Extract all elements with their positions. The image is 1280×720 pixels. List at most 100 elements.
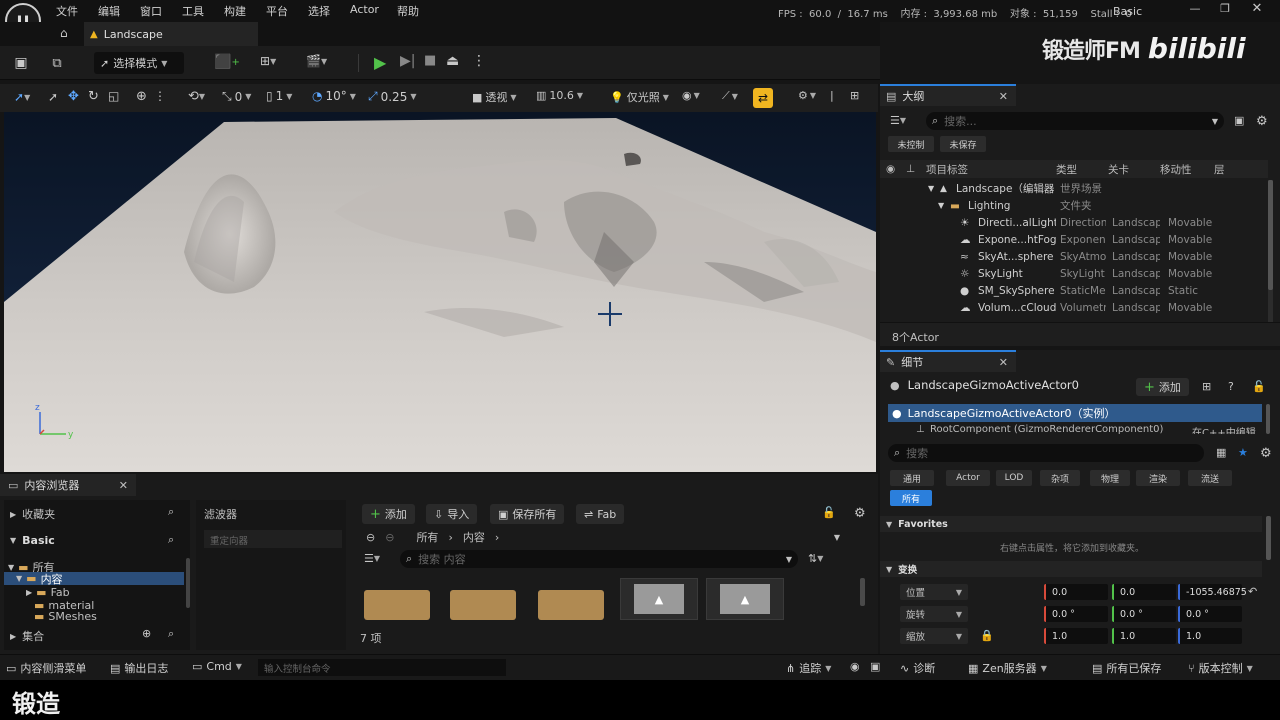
cmd-dropdown[interactable]: ▭ Cmd ▼ — [192, 660, 242, 673]
maximize-icon[interactable]: ❐ — [1215, 2, 1235, 15]
filter-chip[interactable]: 渲染 — [1136, 470, 1180, 486]
scale-y-input[interactable]: 1.0 — [1112, 628, 1176, 644]
settings-gear-icon[interactable]: ⚙ — [854, 506, 866, 521]
layout-name[interactable]: Basic — [1113, 5, 1142, 18]
save-icon[interactable]: ▣ — [12, 54, 30, 72]
more-icon[interactable]: ⋮ — [154, 89, 166, 103]
lock-icon[interactable]: 🔓 — [1252, 380, 1266, 393]
scale-step-toggle[interactable]: ⤢ 0.25 ▼ — [368, 89, 416, 104]
edit-cpp-link[interactable]: 在C++中编辑 — [1192, 424, 1256, 434]
filter-icon[interactable]: ☰ ▼ — [890, 114, 906, 127]
location-x-input[interactable]: 0.0 — [1044, 584, 1108, 600]
trace-dropdown[interactable]: ⋔ 追踪 ▼ — [786, 660, 831, 676]
select-tool-icon[interactable]: ➚ ▼ — [14, 90, 30, 104]
sort-icon[interactable]: ⇅ ▼ — [808, 552, 823, 565]
scale-icon[interactable]: ◱ — [108, 89, 119, 103]
filter-chip[interactable]: Actor — [946, 470, 990, 486]
grid-snap-toggle[interactable]: ⤡ 0 ▼ — [222, 89, 251, 104]
world-icon[interactable]: ⊕ — [136, 89, 147, 104]
menu-help[interactable]: 帮助 — [397, 3, 419, 19]
details-search-input[interactable]: ⌕ 搜索 — [888, 444, 1204, 462]
level-viewport[interactable]: z y — [4, 112, 876, 472]
breadcrumb-all[interactable]: 所有 — [416, 529, 438, 545]
realtime-toggle-icon[interactable]: ⇄ — [753, 88, 773, 108]
collections-header[interactable]: ▶ 集合 — [10, 628, 44, 644]
table-view-icon[interactable]: ▦ — [1216, 446, 1226, 459]
col-mobility[interactable]: 移动性 — [1160, 162, 1192, 177]
cinematics-icon[interactable]: 🎬 ▼ — [306, 54, 327, 68]
add-actor-icon[interactable]: ⬛ + — [214, 54, 240, 70]
more-options-icon[interactable]: ⋮ — [472, 53, 486, 69]
scale-snap-toggle[interactable]: ▯ 1 ▼ — [266, 89, 292, 103]
source-control-icon[interactable]: ⧉ — [48, 54, 66, 72]
tree-scrollbar[interactable] — [186, 558, 190, 608]
help-icon[interactable]: ? — [1228, 380, 1234, 393]
asset-scrollbar[interactable] — [860, 578, 865, 606]
basic-header[interactable]: ▼ Basic — [10, 534, 55, 547]
tree-row-actor[interactable]: ≈ SkyAt...sphere SkyAtmos Landscap Movab… — [880, 248, 1268, 265]
import-button[interactable]: ⇩ 导入 — [426, 504, 478, 524]
content-search-input[interactable]: ⌕ 搜索 内容 ▼ — [400, 550, 798, 568]
menu-edit[interactable]: 编辑 — [98, 3, 120, 19]
show-flags-dropdown[interactable]: ◉ ▼ — [682, 89, 700, 102]
add-component-button[interactable]: + 添加 — [1136, 378, 1189, 396]
tree-smeshes[interactable]: ▬ SMeshes — [34, 612, 97, 620]
lock-icon[interactable]: 🔒 — [980, 629, 994, 642]
location-z-input[interactable]: -1055.46875 — [1178, 584, 1247, 600]
step-icon[interactable]: ▶| — [400, 53, 415, 69]
col-type[interactable]: 类型 — [1056, 162, 1077, 177]
lock-icon[interactable]: 🔓 — [822, 506, 836, 519]
rotation-dropdown[interactable]: 旋转 ▼ — [900, 606, 968, 622]
menu-platform[interactable]: 平台 — [266, 3, 288, 19]
pin-icon[interactable]: ⊥ — [906, 163, 915, 175]
redirector-filter[interactable]: 重定向器 — [204, 530, 342, 548]
chevron-down-icon[interactable]: ▼ — [834, 533, 840, 542]
menu-build[interactable]: 构建 — [224, 3, 246, 19]
details-scrollbar[interactable] — [1266, 516, 1271, 560]
filter-icon[interactable]: ☰ ▼ — [364, 552, 380, 565]
rotation-y-input[interactable]: 0.0 ° — [1112, 606, 1176, 622]
scale-z-input[interactable]: 1.0 — [1178, 628, 1242, 644]
col-label[interactable]: 项目标签 — [926, 162, 968, 177]
pointer-icon[interactable]: ➚ — [48, 90, 58, 104]
menu-tools[interactable]: 工具 — [182, 3, 204, 19]
all-saved-button[interactable]: ▤ 所有已保存 — [1092, 660, 1161, 676]
output-log-button[interactable]: ▤ 输出日志 — [110, 660, 168, 676]
view-mode-dropdown[interactable]: 💡 仅光照 ▼ — [610, 89, 669, 105]
close-tab-icon[interactable]: ✕ — [999, 90, 1008, 103]
breadcrumb-content[interactable]: 内容 — [463, 529, 485, 545]
source-control-dropdown[interactable]: ⑂ 版本控制 ▼ — [1188, 660, 1253, 676]
minimize-icon[interactable]: — — [1185, 2, 1205, 15]
add-collection-icon[interactable]: ⊕ — [142, 627, 151, 640]
eject-icon[interactable]: ⏏ — [446, 53, 459, 69]
visibility-eye-icon[interactable]: ◉ — [886, 163, 895, 175]
component-row[interactable]: ⊥ RootComponent (GizmoRendererComponent0… — [880, 424, 1262, 434]
tree-row-actor[interactable]: ☁ Expone...htFog Exponent Landscap Movab… — [880, 231, 1268, 248]
add-folder-icon[interactable]: ▣ — [1234, 114, 1244, 127]
rotation-x-input[interactable]: 0.0 ° — [1044, 606, 1108, 622]
folder-item[interactable] — [538, 590, 604, 620]
col-level[interactable]: 关卡 — [1108, 162, 1129, 177]
save-all-button[interactable]: ▣ 保存所有 — [490, 504, 565, 524]
star-icon[interactable]: ★ — [1238, 446, 1248, 459]
forward-arrow-icon[interactable]: ⊖ — [385, 531, 394, 544]
tab-outliner[interactable]: ▤ 大纲 ✕ — [880, 84, 1016, 106]
search-icon[interactable]: ⌕ — [168, 627, 174, 641]
play-icon[interactable]: ▶ — [374, 53, 386, 72]
menu-file[interactable]: 文件 — [56, 3, 78, 19]
filter-chip[interactable]: LOD — [996, 470, 1032, 486]
content-drawer-button[interactable]: ▭ 内容侧滑菜单 — [6, 660, 86, 676]
asset-tile[interactable]: ▲ — [706, 578, 784, 620]
filter-chip[interactable]: 流送 — [1188, 470, 1232, 486]
tree-row-actor[interactable]: ☁ Volum...cCloud Volumetri Landscap Mova… — [880, 299, 1268, 316]
filter-chip[interactable]: 通用 — [890, 470, 934, 486]
tree-row-actor[interactable]: ☀ Directi...alLight Directiona Landscap … — [880, 214, 1268, 231]
record-icon[interactable]: ◉ — [850, 660, 860, 673]
search-icon[interactable]: ⌕ — [168, 533, 174, 547]
tree-content[interactable]: ▼ ▬ 内容 — [4, 572, 184, 586]
uncontrolled-filter-button[interactable]: 未保存 — [940, 136, 986, 152]
performance-dropdown[interactable]: ⟋ ▼ — [722, 89, 738, 103]
transform-section[interactable]: ▼ 变换 — [880, 561, 1262, 577]
mode-select-dropdown[interactable]: ➚ 选择模式 ▼ — [94, 52, 184, 74]
location-y-input[interactable]: 0.0 — [1112, 584, 1176, 600]
